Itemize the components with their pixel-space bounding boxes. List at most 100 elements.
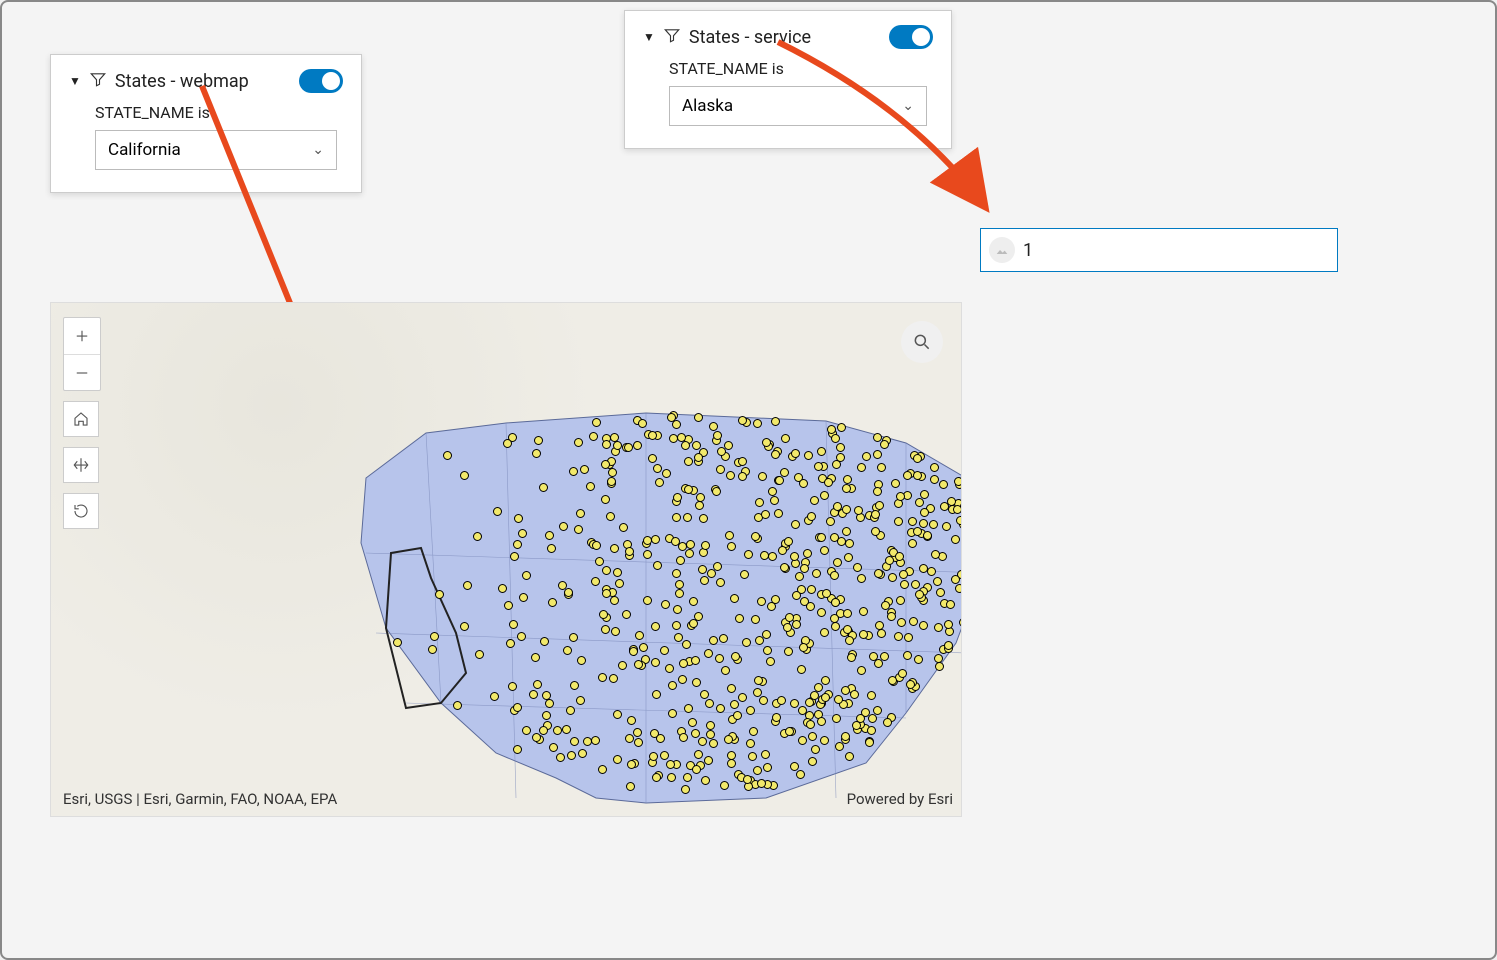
city-point: [598, 673, 607, 682]
city-point: [784, 537, 793, 546]
city-point: [686, 540, 695, 549]
city-point: [674, 633, 683, 642]
city-point: [713, 431, 722, 440]
city-point: [517, 632, 526, 641]
city-point: [746, 739, 755, 748]
city-point: [806, 720, 815, 729]
city-point: [865, 738, 874, 747]
city-point: [668, 709, 677, 718]
city-point: [576, 509, 585, 518]
city-point: [738, 457, 747, 466]
city-point: [602, 440, 611, 449]
city-point: [691, 656, 700, 665]
city-point: [934, 654, 943, 663]
city-point: [768, 487, 777, 496]
state-select-webmap[interactable]: California ⌄: [95, 130, 337, 170]
city-point: [804, 451, 813, 460]
city-point: [859, 630, 868, 639]
reset-rotation-button[interactable]: [63, 493, 99, 529]
collapse-caret-icon[interactable]: ▼: [69, 74, 81, 88]
city-point: [903, 471, 912, 480]
result-card[interactable]: 1: [980, 228, 1338, 272]
city-point: [633, 441, 642, 450]
city-point: [513, 540, 522, 549]
home-button[interactable]: [63, 401, 99, 437]
city-point: [473, 532, 482, 541]
map-view[interactable]: Esri, USGS | Esri, Garmin, FAO, NOAA, EP…: [50, 302, 962, 817]
state-select-service[interactable]: Alaska ⌄: [669, 86, 927, 126]
chevron-down-icon: ⌄: [902, 98, 914, 114]
chevron-down-icon: ⌄: [312, 142, 324, 158]
zoom-out-button[interactable]: [64, 354, 100, 390]
city-point: [615, 579, 624, 588]
city-point: [622, 610, 631, 619]
city-point: [460, 471, 469, 480]
city-point: [591, 577, 600, 586]
city-point: [913, 454, 922, 463]
city-point: [672, 569, 681, 578]
city-point: [692, 678, 701, 687]
city-point: [610, 596, 619, 605]
filter-panel-webmap: ▼ States - webmap STATE_NAME is Californ…: [50, 54, 362, 193]
city-point: [548, 598, 557, 607]
map-search-button[interactable]: [901, 321, 943, 363]
city-point: [857, 666, 866, 675]
city-point: [869, 652, 878, 661]
city-point: [720, 781, 729, 790]
city-point: [606, 512, 615, 521]
city-point: [826, 517, 835, 526]
city-point: [627, 716, 636, 725]
city-point: [757, 597, 766, 606]
city-point: [567, 751, 576, 760]
city-point: [930, 475, 939, 484]
city-point: [681, 441, 690, 450]
city-point: [643, 550, 652, 559]
city-point: [453, 701, 462, 710]
city-point: [618, 661, 627, 670]
city-point: [586, 482, 595, 491]
filter-header: ▼ States - webmap: [69, 69, 343, 93]
city-point: [927, 567, 936, 576]
city-point: [763, 646, 772, 655]
city-point: [559, 522, 568, 531]
city-point: [701, 541, 710, 550]
city-point: [719, 634, 728, 643]
city-point: [635, 631, 644, 640]
state-selected-value: Alaska: [682, 96, 733, 116]
city-point: [592, 541, 601, 550]
filter-toggle[interactable]: [299, 69, 343, 93]
zoom-in-button[interactable]: [64, 318, 100, 354]
city-point: [792, 620, 801, 629]
city-point: [624, 443, 633, 452]
pan-button[interactable]: [63, 447, 99, 483]
city-point: [841, 686, 850, 695]
city-point: [570, 737, 579, 746]
city-point: [549, 743, 558, 752]
city-point: [812, 569, 821, 578]
collapse-caret-icon[interactable]: ▼: [643, 30, 655, 44]
city-point: [545, 531, 554, 540]
city-point: [504, 601, 513, 610]
filter-toggle[interactable]: [889, 25, 933, 49]
city-point: [634, 738, 643, 747]
city-point: [556, 753, 565, 762]
city-point: [844, 553, 853, 562]
city-point: [939, 480, 948, 489]
city-point: [643, 536, 652, 545]
city-point: [833, 502, 842, 511]
city-point: [730, 700, 739, 709]
city-point: [608, 468, 617, 477]
city-point: [919, 621, 928, 630]
city-point: [706, 721, 715, 730]
filter-panel-service: ▼ States - service STATE_NAME is Alaska …: [624, 10, 952, 149]
city-point: [877, 629, 886, 638]
city-point: [894, 517, 903, 526]
city-point: [897, 618, 906, 627]
city-point: [873, 487, 882, 496]
city-point: [906, 680, 915, 689]
city-point: [545, 699, 554, 708]
city-point: [822, 589, 831, 598]
city-point: [784, 647, 793, 656]
city-point: [542, 691, 551, 700]
city-point: [508, 682, 517, 691]
